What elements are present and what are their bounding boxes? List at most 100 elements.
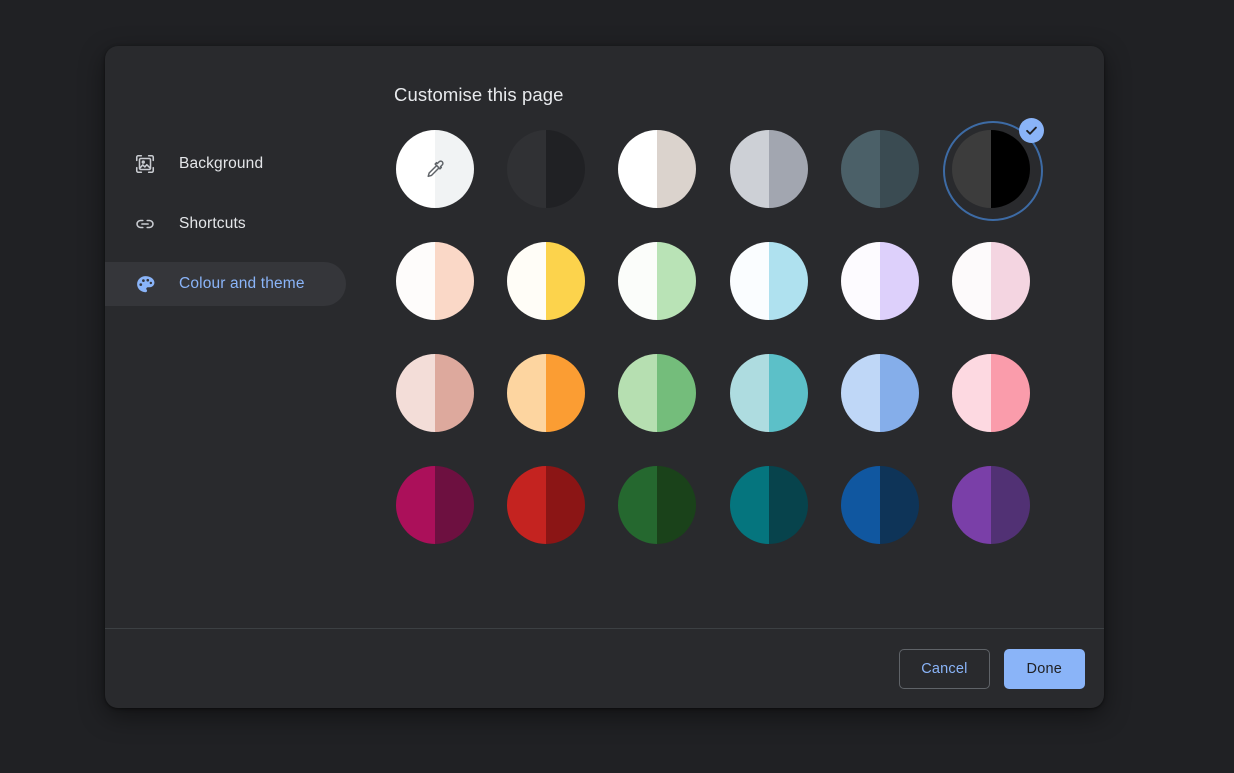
- swatch-half-right: [991, 130, 1030, 208]
- swatch-circle: [730, 466, 808, 544]
- swatch-half-right: [435, 354, 474, 432]
- swatch-half-left: [730, 242, 769, 320]
- swatch-half-right: [769, 466, 808, 544]
- selected-check-icon: [1019, 118, 1044, 143]
- sidebar-item-label: Shortcuts: [179, 215, 246, 233]
- swatch-half-left: [730, 466, 769, 544]
- dialog-footer: Cancel Done: [105, 628, 1104, 708]
- swatch-half-left: [841, 466, 880, 544]
- colour-swatch-black-and-grey[interactable]: [952, 130, 1030, 208]
- colour-swatch-warm-light[interactable]: [618, 130, 696, 208]
- swatch-circle: [507, 130, 585, 208]
- colour-swatch-purple-dark[interactable]: [952, 466, 1030, 544]
- swatch-half-left: [952, 242, 991, 320]
- swatch-half-left: [618, 354, 657, 432]
- colour-swatch-cool-grey[interactable]: [730, 130, 808, 208]
- swatch-half-right: [546, 130, 585, 208]
- colour-swatch-custom-colour[interactable]: [396, 130, 474, 208]
- swatch-half-left: [618, 242, 657, 320]
- swatch-half-right: [546, 354, 585, 432]
- swatch-circle: [730, 354, 808, 432]
- theme-colour-grid: [396, 130, 1086, 578]
- swatch-half-left: [952, 130, 991, 208]
- colour-swatch-pink[interactable]: [952, 354, 1030, 432]
- swatch-half-right: [991, 354, 1030, 432]
- swatch-half-left: [841, 354, 880, 432]
- swatch-circle: [618, 242, 696, 320]
- swatch-circle: [730, 130, 808, 208]
- colour-swatch-teal[interactable]: [730, 354, 808, 432]
- swatch-circle: [507, 466, 585, 544]
- colour-swatch-red-dark[interactable]: [507, 466, 585, 544]
- colour-swatch-pastel-mint[interactable]: [618, 242, 696, 320]
- sidebar-item-background[interactable]: Background: [105, 142, 346, 186]
- swatch-circle: [730, 242, 808, 320]
- colour-swatch-green[interactable]: [618, 354, 696, 432]
- dialog-body: Customise this page Background: [105, 46, 1104, 628]
- swatch-half-left: [507, 466, 546, 544]
- link-icon: [133, 212, 157, 236]
- sidebar-item-label: Background: [179, 155, 263, 173]
- colour-swatch-pastel-rose[interactable]: [952, 242, 1030, 320]
- swatch-circle: [952, 242, 1030, 320]
- colour-swatch-muted-blush[interactable]: [396, 354, 474, 432]
- swatch-half-left: [507, 130, 546, 208]
- swatch-circle: [618, 354, 696, 432]
- colour-swatch-teal-dark[interactable]: [730, 466, 808, 544]
- swatch-half-left: [841, 130, 880, 208]
- swatch-half-left: [618, 466, 657, 544]
- customise-page-dialog: Customise this page Background: [105, 46, 1104, 708]
- swatch-half-left: [507, 242, 546, 320]
- swatch-circle: [396, 242, 474, 320]
- swatch-half-right: [657, 354, 696, 432]
- swatch-half-right: [880, 354, 919, 432]
- colour-swatch-pastel-peach[interactable]: [396, 242, 474, 320]
- colour-swatch-blue-dark[interactable]: [841, 466, 919, 544]
- sidebar-item-colour-and-theme[interactable]: Colour and theme: [105, 262, 346, 306]
- swatch-half-right: [657, 466, 696, 544]
- colour-swatch-slate-teal[interactable]: [841, 130, 919, 208]
- swatch-half-right: [880, 466, 919, 544]
- colour-swatch-pastel-sky[interactable]: [730, 242, 808, 320]
- swatch-circle: [618, 130, 696, 208]
- image-frame-icon: [133, 152, 157, 176]
- swatch-half-right: [991, 242, 1030, 320]
- swatch-half-left: [618, 130, 657, 208]
- sidebar-item-shortcuts[interactable]: Shortcuts: [105, 202, 346, 246]
- swatch-half-right: [657, 130, 696, 208]
- swatch-half-right: [435, 242, 474, 320]
- palette-icon: [133, 272, 157, 296]
- cancel-button[interactable]: Cancel: [899, 649, 989, 689]
- swatch-circle: [396, 354, 474, 432]
- swatch-half-left: [841, 242, 880, 320]
- swatch-half-left: [730, 354, 769, 432]
- swatch-half-right: [657, 242, 696, 320]
- colour-swatch-pastel-lavender[interactable]: [841, 242, 919, 320]
- swatch-circle: [841, 242, 919, 320]
- swatch-half-right: [546, 466, 585, 544]
- swatch-circle: [952, 466, 1030, 544]
- swatch-half-left: [952, 466, 991, 544]
- colour-swatch-magenta-dark[interactable]: [396, 466, 474, 544]
- swatch-circle: [841, 466, 919, 544]
- swatch-half-left: [730, 130, 769, 208]
- swatch-half-left: [952, 354, 991, 432]
- sidebar-item-label: Colour and theme: [179, 275, 305, 293]
- colour-swatch-forest-green-dark[interactable]: [618, 466, 696, 544]
- sidebar: Background Shortcuts: [105, 142, 346, 306]
- swatch-half-left: [396, 242, 435, 320]
- swatch-circle: [952, 354, 1030, 432]
- swatch-half-right: [880, 242, 919, 320]
- colour-swatch-light-blue[interactable]: [841, 354, 919, 432]
- colour-swatch-pastel-yellow[interactable]: [507, 242, 585, 320]
- done-button[interactable]: Done: [1004, 649, 1085, 689]
- swatch-half-right: [880, 130, 919, 208]
- swatch-circle: [507, 354, 585, 432]
- swatch-half-left: [396, 354, 435, 432]
- swatch-circle: [396, 130, 474, 208]
- swatch-half-right: [769, 130, 808, 208]
- swatch-circle: [507, 242, 585, 320]
- colour-swatch-orange[interactable]: [507, 354, 585, 432]
- colour-swatch-dark-grey[interactable]: [507, 130, 585, 208]
- swatch-circle: [841, 130, 919, 208]
